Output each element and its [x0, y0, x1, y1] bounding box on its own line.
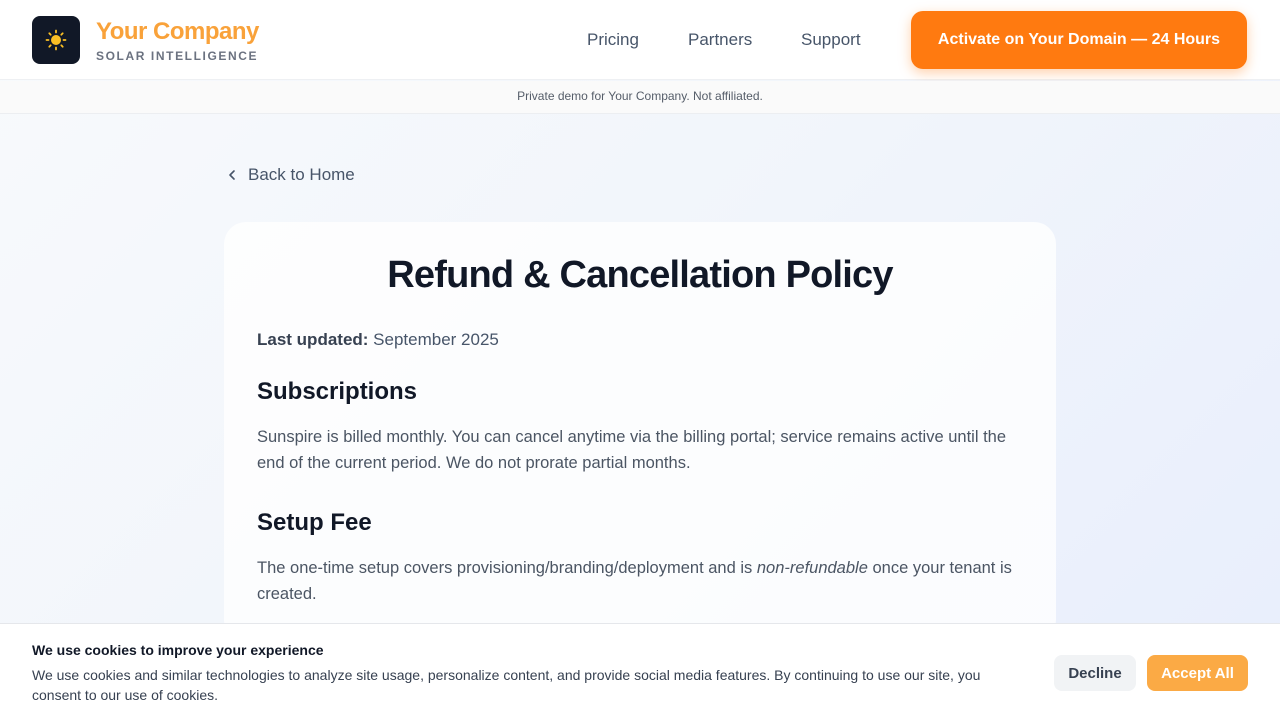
cookie-banner: We use cookies to improve your experienc… [0, 623, 1280, 720]
page-title: Refund & Cancellation Policy [387, 254, 893, 296]
nav-partners[interactable]: Partners [688, 30, 752, 50]
policy-card: Refund & Cancellation Policy Last update… [224, 222, 1056, 642]
back-to-home-link[interactable]: Back to Home [226, 164, 355, 186]
section-heading-subscriptions: Subscriptions [257, 378, 418, 405]
last-updated: Last updated: September 2025 [257, 330, 499, 350]
chevron-left-icon [229, 170, 235, 180]
logo[interactable] [32, 16, 80, 64]
nav-support[interactable]: Support [801, 30, 861, 50]
decline-cookies-button[interactable]: Decline [1054, 655, 1136, 691]
brand-tagline: SOLAR INTELLIGENCE [96, 49, 259, 63]
brand-name[interactable]: Your Company [96, 18, 259, 46]
setup-fee-text-start: The one-time setup covers provisioning/b… [257, 559, 757, 577]
sun-icon [45, 29, 67, 51]
accept-all-cookies-button[interactable]: Accept All [1147, 655, 1248, 691]
demo-notice: Private demo for Your Company. Not affil… [0, 81, 1280, 114]
section-text-subscriptions: Sunspire is billed monthly. You can canc… [257, 428, 1007, 472]
setup-fee-emphasis: non-refundable [756, 559, 868, 577]
back-link-label: Back to Home [248, 165, 355, 184]
cookie-title: We use cookies to improve your experienc… [32, 642, 324, 658]
section-text-setup-fee: The one-time setup covers provisioning/b… [257, 555, 1017, 607]
last-updated-label: Last updated: [257, 330, 369, 349]
last-updated-value: September 2025 [368, 330, 499, 349]
section-heading-setup-fee: Setup Fee [257, 509, 372, 536]
nav-pricing[interactable]: Pricing [587, 30, 639, 50]
site-header: Your Company SOLAR INTELLIGENCE Pricing … [0, 0, 1280, 80]
cookie-text: We use cookies and similar technologies … [32, 667, 981, 703]
activate-domain-button[interactable]: Activate on Your Domain — 24 Hours [911, 11, 1247, 69]
